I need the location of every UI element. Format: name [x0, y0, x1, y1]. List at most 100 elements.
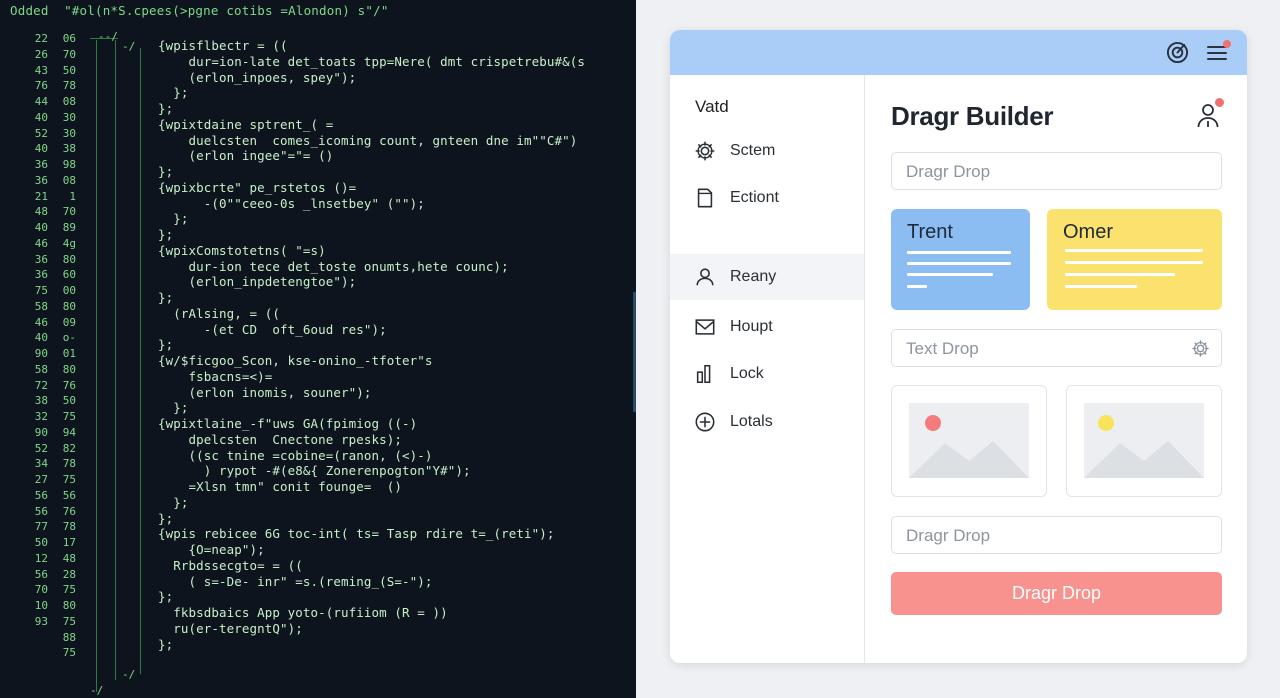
line-number: 08	[62, 95, 76, 108]
code-line: -(et CD oft_6oud res");	[158, 321, 387, 337]
line-number: 06	[62, 32, 76, 45]
fold-guide	[96, 40, 97, 692]
trent-card[interactable]: Trent	[891, 209, 1030, 310]
line-number: 78	[62, 457, 76, 471]
code-line: };	[158, 101, 174, 116]
line-number: 4g	[62, 236, 76, 250]
line-number: 80	[62, 599, 76, 612]
line-number: o-	[62, 331, 76, 345]
line-number: 78	[62, 520, 76, 534]
line-number: 75	[34, 284, 48, 297]
line-number: 30	[62, 110, 76, 124]
image-placeholder-card[interactable]	[891, 385, 1047, 497]
line-number: 75	[62, 473, 76, 486]
sidebar-item-label: Ectiont	[730, 189, 779, 206]
sidebar-item-lotals[interactable]: Lotals	[670, 399, 864, 445]
sidebar-item-lock[interactable]: Lock	[670, 351, 864, 397]
line-number: 60	[62, 268, 76, 282]
sidebar-item-sctem[interactable]: Sctem	[670, 128, 864, 174]
code-line: {wpis rebicee 6G toc-int( ts= Tasp rdire…	[158, 526, 555, 542]
code-editor[interactable]: Odded "#ol(n*S.cpees(>pgne cotibs =Alond…	[0, 0, 636, 698]
line-number: 56	[34, 488, 48, 502]
line-number: 08	[62, 173, 76, 187]
gear-icon[interactable]	[1191, 339, 1210, 358]
line-number: 50	[62, 394, 76, 408]
drag-drop-button[interactable]: Dragr Drop	[891, 572, 1222, 615]
fold-guide	[115, 40, 116, 680]
mail-icon	[694, 316, 716, 338]
line-number: 48	[34, 205, 48, 219]
line-number: 36	[34, 268, 48, 282]
line-number: 98	[62, 158, 76, 171]
sidebar: Vatd Sctem Ectiont Reany Houpt Lock Lota…	[670, 75, 865, 663]
code-line: };	[158, 211, 189, 227]
code-line: {wpisflbectr = ((	[158, 38, 288, 53]
line-number: 75	[62, 646, 76, 660]
editor-scrollbar[interactable]	[633, 292, 636, 412]
line-number: 56	[62, 488, 76, 502]
code-line: Rrbdssecgto= = ((	[158, 557, 303, 573]
line-number: 80	[62, 252, 76, 266]
code-line: };	[158, 636, 174, 652]
line-number: 40	[34, 221, 48, 234]
fold-marker-label: -/	[90, 684, 104, 697]
line-number: 72	[34, 378, 48, 392]
code-line: };	[158, 337, 174, 353]
line-number: 38	[34, 394, 48, 408]
sidebar-item-reany[interactable]: Reany	[670, 254, 864, 300]
line-number: 76	[62, 504, 76, 518]
line-number: 90	[34, 347, 48, 360]
line-number: 76	[34, 79, 48, 93]
line-number: 46	[34, 236, 48, 250]
code-line: {wpixbcrte" pe_rstetos ()=	[158, 179, 357, 195]
line-number: 93	[34, 614, 48, 628]
document-icon	[694, 187, 716, 209]
notification-dot	[1215, 98, 1224, 107]
sidebar-item-houpt[interactable]: Houpt	[670, 304, 864, 350]
line-number: 21	[34, 189, 48, 203]
fold-marker-label: -/	[122, 668, 136, 681]
line-number: 22	[34, 32, 48, 45]
code-line: duelcsten comes_icoming count, gnteen dn…	[158, 132, 578, 148]
gear-icon	[694, 140, 716, 162]
line-number: 78	[62, 79, 76, 93]
line-number: 40	[34, 331, 48, 345]
line-number: 77	[34, 520, 48, 534]
text-drop-field[interactable]: Text Drop	[891, 329, 1222, 367]
fold-marker-label: -/	[122, 40, 136, 53]
sidebar-item-label: Reany	[730, 268, 777, 285]
line-number: 70	[34, 583, 48, 597]
line-number: 70	[62, 205, 76, 219]
image-placeholder-card[interactable]	[1066, 385, 1222, 497]
line-number: 28	[62, 567, 76, 581]
code-line: };	[158, 494, 189, 510]
code-line: =Xlsn tmn" conit founge= ()	[158, 479, 403, 494]
line-number: 09	[62, 315, 76, 329]
bar-chart-icon	[694, 363, 716, 385]
hamburger-menu-icon[interactable]	[1207, 40, 1231, 63]
sidebar-item-ectiont[interactable]: Ectiont	[670, 175, 864, 221]
line-number: 40	[34, 110, 48, 124]
sidebar-item-label: Lotals	[730, 413, 773, 430]
code-line: };	[158, 290, 174, 305]
code-line: ( s=-De- inr" =s.(reming_(S=-");	[158, 573, 433, 589]
code-line: dur=ion-late det_toats tpp=Nere( dmt cri…	[158, 53, 586, 69]
code-line: };	[158, 164, 174, 179]
code-line: {wpixtlaine_-f"uws GA(fpimiog ((-)	[158, 416, 418, 431]
user-icon	[694, 266, 716, 288]
omer-card[interactable]: Omer	[1047, 209, 1222, 310]
target-icon[interactable]	[1166, 41, 1189, 64]
image-placeholder-icon	[1084, 403, 1204, 478]
drag-drop-field-bottom[interactable]: Dragr Drop	[891, 516, 1222, 554]
fold-guide	[140, 48, 141, 674]
code-line: fkbsdbaics App yoto-(rufiiom (R = ))	[158, 605, 448, 620]
drag-drop-field-top[interactable]: Dragr Drop	[891, 152, 1222, 190]
field-placeholder: Dragr Drop	[906, 162, 991, 181]
builder-panel: Dragr Builder Dragr Drop Trent Omer Text…	[866, 75, 1247, 663]
line-number: 01	[62, 347, 76, 360]
code-line: (erlon ingee"="= ()	[158, 148, 334, 164]
line-number: 46	[34, 315, 48, 329]
code-line: dpelcsten Cnectone rpesks);	[158, 431, 403, 447]
line-number: 36	[34, 252, 48, 266]
code-line: };	[158, 227, 174, 242]
